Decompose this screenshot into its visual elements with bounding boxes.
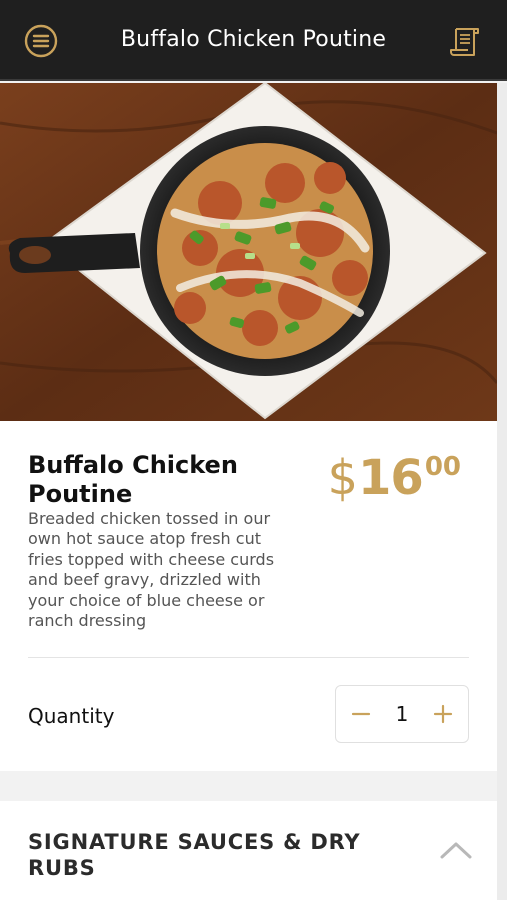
menu-button[interactable] bbox=[22, 22, 60, 60]
item-price: $ 16 00 bbox=[327, 449, 461, 507]
receipt-icon bbox=[450, 28, 479, 56]
price-dollars: 16 bbox=[358, 450, 424, 506]
menu-icon bbox=[24, 24, 58, 58]
top-bar: Buffalo Chicken Poutine bbox=[0, 0, 507, 81]
increment-button[interactable] bbox=[430, 701, 456, 727]
sauces-section-header[interactable]: SIGNATURE SAUCES & DRY RUBS bbox=[0, 801, 497, 900]
item-description: Breaded chicken tossed in our own hot sa… bbox=[28, 509, 275, 631]
quantity-label: Quantity bbox=[28, 704, 115, 728]
plus-icon bbox=[433, 704, 453, 724]
scrollbar[interactable] bbox=[497, 83, 507, 900]
quantity-value: 1 bbox=[395, 702, 409, 726]
divider bbox=[28, 657, 469, 658]
chevron-up-icon[interactable] bbox=[439, 839, 473, 861]
quantity-stepper: 1 bbox=[335, 685, 469, 743]
price-cents: 00 bbox=[424, 452, 461, 482]
item-photo bbox=[0, 83, 497, 421]
decrement-button[interactable] bbox=[348, 701, 374, 727]
item-name: Buffalo Chicken Poutine bbox=[28, 451, 238, 508]
minus-icon bbox=[351, 712, 371, 716]
page-title: Buffalo Chicken Poutine bbox=[120, 27, 387, 52]
order-receipt-button[interactable] bbox=[447, 22, 485, 60]
section-title: SIGNATURE SAUCES & DRY RUBS bbox=[28, 830, 361, 880]
price-currency: $ bbox=[327, 450, 359, 506]
item-details-card: Buffalo Chicken Poutine $ 16 00 Breaded … bbox=[0, 421, 497, 771]
